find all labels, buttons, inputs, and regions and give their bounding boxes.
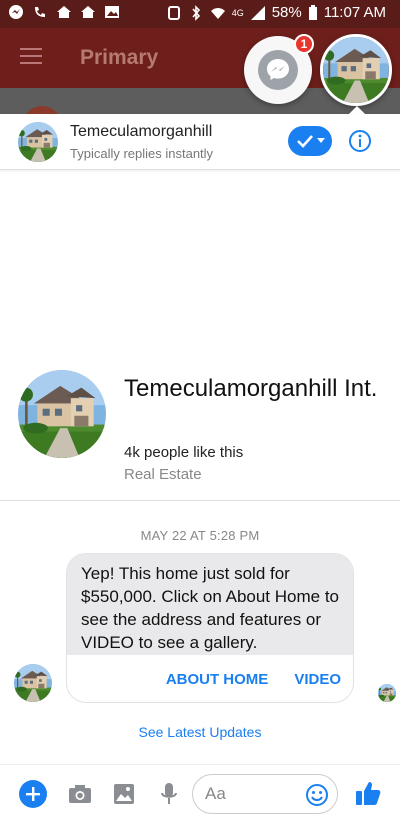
network-type: 4G	[231, 8, 244, 18]
message-input-box[interactable]	[192, 774, 338, 814]
messenger-notification-icon	[9, 5, 23, 19]
screen: 4G 58% 11:07 AM Primary 1 Temeculamorgan…	[0, 0, 400, 822]
battery-percent: 58%	[271, 4, 302, 21]
subscribe-toggle-button[interactable]	[288, 126, 332, 156]
page-likes: 4k people like this	[124, 444, 244, 461]
wifi-icon	[210, 8, 225, 19]
page-profile-avatar[interactable]	[18, 370, 106, 458]
home-app-icon-2	[81, 6, 95, 18]
checkmark-icon	[296, 135, 313, 148]
nfc-icon	[167, 6, 180, 20]
messenger-icon	[258, 50, 298, 90]
microphone-icon[interactable]	[156, 781, 182, 807]
background-app-title: Primary	[80, 46, 159, 69]
message-timestamp: MAY 22 AT 5:28 PM	[140, 528, 260, 543]
page-profile: Temeculamorganhill Int. 4k people like t…	[0, 362, 400, 502]
signal-icon	[250, 6, 265, 20]
see-latest-updates-link[interactable]: See Latest Updates	[0, 724, 400, 740]
camera-icon[interactable]	[67, 781, 93, 807]
status-icons-right: 4G 58% 11:07 AM	[166, 4, 386, 22]
about-home-button[interactable]: ABOUT HOME	[166, 671, 269, 688]
thumbs-up-icon[interactable]	[354, 779, 382, 807]
chat-head-pointer	[349, 106, 365, 114]
unread-badge: 1	[294, 34, 314, 54]
home-app-icon	[57, 6, 71, 18]
bluetooth-icon	[192, 5, 200, 21]
conversation-header: Temeculamorganhill Typically replies ins…	[0, 114, 400, 170]
chevron-down-icon	[316, 138, 325, 143]
message-text: Yep! This home just sold for $550,000. C…	[67, 554, 353, 655]
status-bar: 4G 58% 11:07 AM	[0, 0, 400, 28]
conversation-avatar[interactable]	[18, 122, 58, 162]
seen-indicator-avatar	[378, 684, 396, 702]
divider	[0, 500, 400, 501]
house-photo	[323, 37, 389, 103]
more-actions-button[interactable]	[19, 780, 47, 808]
video-button[interactable]: VIDEO	[294, 671, 341, 688]
message-composer	[0, 764, 400, 822]
message-card: Yep! This home just sold for $550,000. C…	[66, 553, 354, 703]
conversation-subtitle: Typically replies instantly	[70, 146, 214, 161]
gallery-icon[interactable]	[111, 781, 137, 807]
message-input[interactable]	[205, 784, 297, 804]
plus-icon	[26, 787, 40, 801]
page-category: Real Estate	[124, 466, 202, 483]
status-icons-left	[8, 4, 120, 20]
message-actions: ABOUT HOME VIDEO	[67, 655, 353, 702]
battery-icon	[308, 5, 317, 20]
image-notification-icon	[105, 6, 119, 18]
hamburger-menu-icon	[20, 48, 42, 64]
conversation-name[interactable]: Temeculamorganhill	[70, 123, 212, 141]
page-chat-head-avatar[interactable]	[320, 34, 392, 106]
page-profile-name: Temeculamorganhill Int.	[124, 375, 378, 402]
info-icon[interactable]	[348, 129, 372, 153]
messenger-chat-head[interactable]: 1	[244, 34, 314, 104]
clock: 11:07 AM	[323, 4, 386, 21]
sender-avatar[interactable]	[14, 664, 52, 702]
missed-call-icon	[35, 7, 45, 17]
emoji-icon[interactable]	[305, 783, 329, 807]
